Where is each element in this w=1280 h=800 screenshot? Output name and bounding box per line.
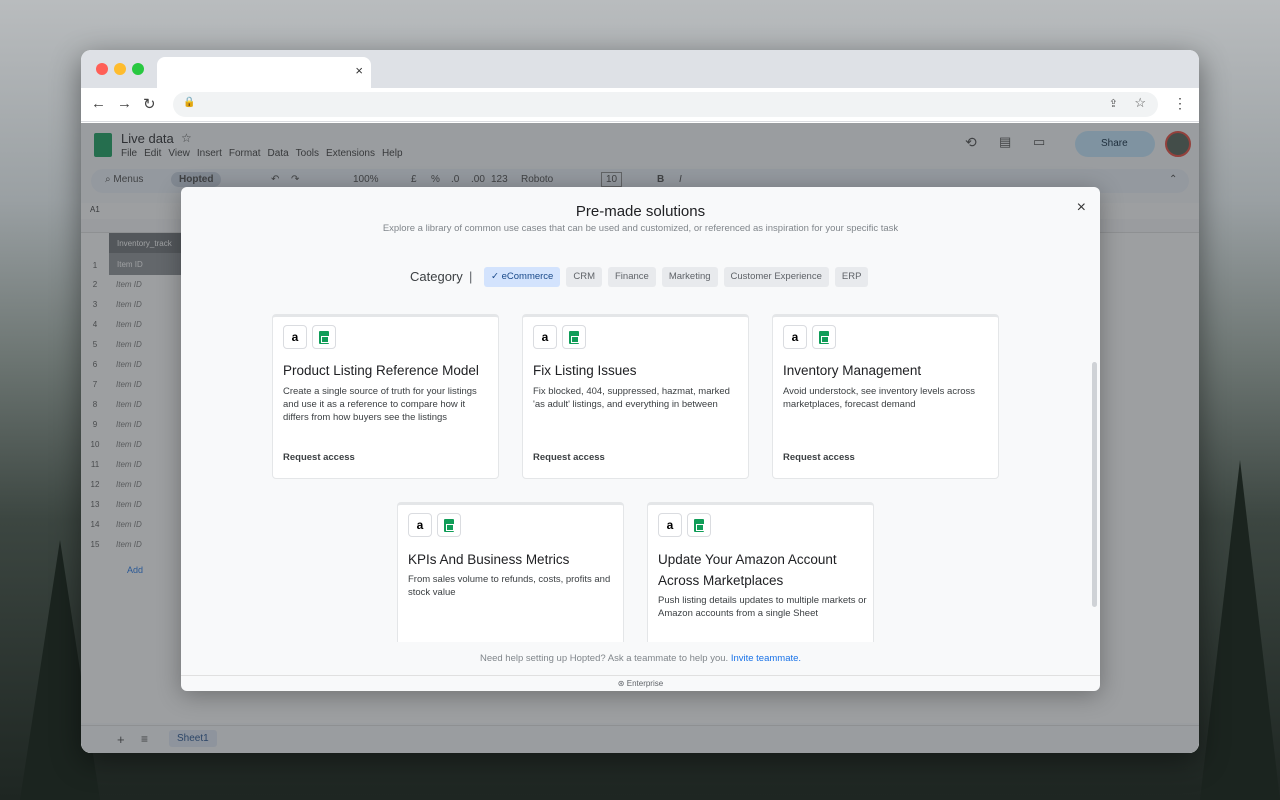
reload-icon[interactable]: ↻ bbox=[143, 95, 156, 113]
solution-card[interactable]: a Fix Listing Issues Fix blocked, 404, s… bbox=[522, 314, 749, 479]
chip-customer-experience[interactable]: Customer Experience bbox=[723, 267, 829, 287]
premade-solutions-dialog: Pre-made solutions Explore a library of … bbox=[181, 187, 1100, 691]
card-description: From sales volume to refunds, costs, pro… bbox=[408, 574, 611, 598]
amazon-icon: a bbox=[533, 325, 557, 349]
sheets-icon bbox=[812, 325, 836, 349]
tab-strip: × bbox=[81, 50, 1199, 88]
help-message: Need help setting up Hopted? Ask a teamm… bbox=[479, 653, 729, 664]
request-access-link[interactable]: Request access bbox=[783, 452, 855, 463]
lock-icon: 🔒 bbox=[183, 97, 196, 108]
dialog-scrollbar[interactable] bbox=[1092, 362, 1097, 607]
enterprise-label: Enterprise bbox=[626, 679, 664, 688]
chip-crm[interactable]: CRM bbox=[566, 267, 602, 287]
maximize-window-button[interactable] bbox=[132, 63, 144, 75]
amazon-icon: a bbox=[283, 325, 307, 349]
card-title: Fix Listing Issues bbox=[533, 363, 637, 378]
sheets-icon bbox=[562, 325, 586, 349]
solution-card[interactable]: a Product Listing Reference Model Create… bbox=[272, 314, 499, 479]
card-description: Fix blocked, 404, suppressed, hazmat, ma… bbox=[533, 386, 730, 410]
help-text: Need help setting up Hopted? Ask a teamm… bbox=[181, 653, 1100, 664]
card-title: Product Listing Reference Model bbox=[283, 363, 479, 378]
solution-card[interactable]: a Inventory Management Avoid understock,… bbox=[772, 314, 999, 479]
solution-card[interactable]: a KPIs And Business Metrics From sales v… bbox=[397, 502, 624, 642]
omnibox[interactable]: 🔒 ⇪ ☆ bbox=[173, 92, 1158, 117]
browser-tab[interactable]: × bbox=[157, 57, 371, 88]
card-description: Create a single source of truth for your… bbox=[283, 386, 477, 423]
sheets-icon bbox=[437, 513, 461, 537]
sheets-icon bbox=[312, 325, 336, 349]
amazon-icon: a bbox=[658, 513, 682, 537]
category-separator: | bbox=[469, 269, 473, 284]
amazon-icon: a bbox=[408, 513, 432, 537]
browser-menu-icon[interactable]: ⋮ bbox=[1173, 95, 1187, 112]
category-label: Category bbox=[410, 269, 463, 284]
close-window-button[interactable] bbox=[96, 63, 108, 75]
dialog-title: Pre-made solutions bbox=[575, 203, 706, 220]
card-title: Update Your Amazon Account Across Market… bbox=[658, 552, 837, 588]
sheets-icon bbox=[687, 513, 711, 537]
invite-teammate-link[interactable]: Invite teammate. bbox=[731, 653, 801, 664]
request-access-link[interactable]: Request access bbox=[283, 452, 355, 463]
forward-icon[interactable]: → bbox=[117, 95, 132, 112]
card-description: Avoid understock, see inventory levels a… bbox=[783, 386, 976, 410]
card-description: Push listing details updates to multiple… bbox=[658, 595, 867, 619]
chip-marketing[interactable]: Marketing bbox=[661, 267, 718, 287]
chip-erp[interactable]: ERP bbox=[834, 267, 869, 287]
solution-card[interactable]: a Update Your Amazon Account Across Mark… bbox=[647, 502, 874, 642]
card-title: KPIs And Business Metrics bbox=[408, 552, 570, 567]
check-icon: ✓ bbox=[491, 271, 502, 282]
card-title: Inventory Management bbox=[783, 363, 922, 378]
chip-ecommerce[interactable]: ✓ eCommerce bbox=[484, 267, 561, 287]
enterprise-footer: ⊛ Enterprise bbox=[181, 675, 1100, 691]
share-page-icon[interactable]: ⇪ bbox=[1109, 97, 1118, 110]
amazon-icon: a bbox=[783, 325, 807, 349]
minimize-window-button[interactable] bbox=[114, 63, 126, 75]
dialog-subtitle: Explore a library of common use cases th… bbox=[382, 223, 899, 234]
chip-finance[interactable]: Finance bbox=[608, 267, 656, 287]
tab-close-icon[interactable]: × bbox=[355, 63, 363, 78]
request-access-link[interactable]: Request access bbox=[533, 452, 605, 463]
back-icon[interactable]: ← bbox=[91, 95, 106, 112]
hopted-logo-icon: ⊛ bbox=[617, 679, 627, 688]
category-chips: ✓ eCommerce CRM Finance Marketing Custom… bbox=[484, 267, 869, 287]
background-tree bbox=[1200, 460, 1280, 800]
close-icon[interactable]: × bbox=[1077, 199, 1086, 217]
chip-label: eCommerce bbox=[501, 271, 554, 282]
address-bar-row: ← → ↻ 🔒 ⇪ ☆ ⋮ bbox=[81, 88, 1199, 122]
bookmark-star-icon[interactable]: ☆ bbox=[1134, 95, 1146, 111]
